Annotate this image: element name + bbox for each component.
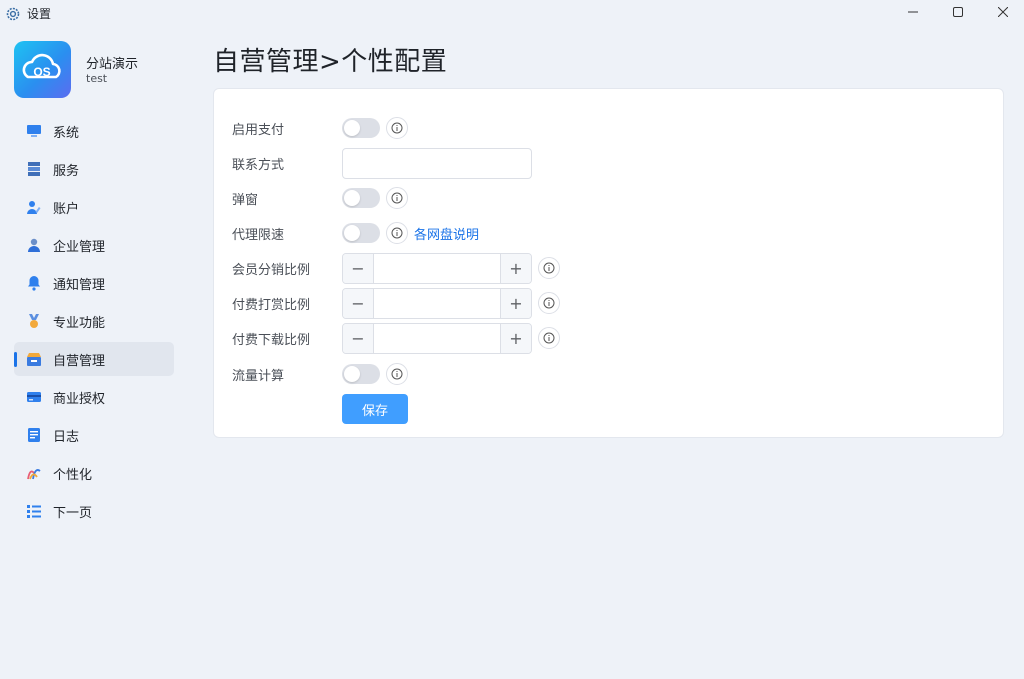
palette-icon: [26, 465, 42, 481]
sidebar-item-account[interactable]: 账户: [14, 190, 174, 224]
member-ratio-row: 会员分销比例 − +: [214, 252, 1003, 284]
window-title: 设置: [27, 7, 52, 21]
popup-info-button[interactable]: [386, 187, 408, 209]
sidebar-item-label: 专业功能: [53, 315, 106, 331]
sidebar-item-label: 企业管理: [53, 239, 106, 255]
sidebar-item-notification[interactable]: 通知管理: [14, 266, 174, 300]
gear-icon: [6, 6, 20, 21]
logo-text: OS: [33, 65, 50, 79]
close-icon: [998, 7, 1008, 17]
traffic-calc-toggle[interactable]: [342, 364, 380, 384]
sidebar-item-log[interactable]: 日志: [14, 418, 174, 452]
enable-payment-label: 启用支付: [232, 122, 285, 138]
bell-icon: [26, 275, 42, 291]
enable-payment-row: 启用支付: [214, 113, 1003, 143]
member-ratio-stepper: − +: [342, 252, 532, 284]
info-icon: [391, 368, 403, 380]
profile-name: 分站演示: [86, 57, 139, 72]
maximize-button[interactable]: [935, 0, 981, 24]
minimize-button[interactable]: [890, 0, 936, 24]
title-bar: 设置: [0, 0, 1024, 26]
sidebar-item-label: 账户: [53, 201, 80, 217]
store-icon: [26, 351, 42, 367]
info-icon: [391, 122, 403, 134]
info-icon: [543, 297, 555, 309]
list-icon: [26, 503, 42, 519]
monitor-icon: [26, 123, 42, 139]
contact-label: 联系方式: [232, 157, 285, 173]
info-icon: [391, 192, 403, 204]
user-edit-icon: [26, 199, 42, 215]
card-icon: [26, 389, 42, 405]
sidebar-item-self-managed[interactable]: 自营管理: [14, 342, 174, 376]
tip-ratio-label: 付费打赏比例: [232, 297, 311, 313]
traffic-calc-row: 流量计算: [214, 359, 1003, 389]
server-icon: [26, 161, 42, 177]
proxy-limit-row: 代理限速 各网盘说明: [214, 218, 1003, 248]
download-ratio-row: 付费下载比例 − +: [214, 322, 1003, 354]
member-ratio-increment-button[interactable]: +: [500, 253, 531, 283]
sidebar-item-enterprise[interactable]: 企业管理: [14, 228, 174, 262]
tip-ratio-info-button[interactable]: [538, 292, 560, 314]
tip-ratio-decrement-button[interactable]: −: [343, 288, 374, 318]
download-ratio-info-button[interactable]: [538, 327, 560, 349]
sidebar-item-service[interactable]: 服务: [14, 152, 174, 186]
enterprise-user-icon: [26, 237, 42, 253]
tip-ratio-increment-button[interactable]: +: [500, 288, 531, 318]
sidebar-item-label: 下一页: [53, 505, 93, 521]
sidebar-item-label: 日志: [53, 429, 80, 445]
contact-row: 联系方式: [214, 147, 1003, 179]
popup-label: 弹窗: [232, 192, 259, 208]
info-icon: [391, 227, 403, 239]
download-ratio-decrement-button[interactable]: −: [343, 323, 374, 353]
maximize-icon: [953, 7, 963, 17]
proxy-limit-toggle[interactable]: [342, 223, 380, 243]
sidebar-item-label: 个性化: [53, 467, 93, 483]
tip-ratio-stepper: − +: [342, 287, 532, 319]
sidebar-item-label: 自营管理: [53, 353, 106, 369]
sidebar-item-label: 系统: [53, 125, 80, 141]
minimize-icon: [908, 11, 918, 13]
profile-subtitle: test: [86, 72, 108, 85]
enable-payment-info-button[interactable]: [386, 117, 408, 139]
info-icon: [543, 262, 555, 274]
cloud-os-logo: OS: [14, 41, 71, 98]
sidebar-item-label: 通知管理: [53, 277, 106, 293]
proxy-limit-info-button[interactable]: [386, 222, 408, 244]
popup-row: 弹窗: [214, 183, 1003, 213]
sidebar-item-business-license[interactable]: 商业授权: [14, 380, 174, 414]
close-button[interactable]: [980, 0, 1024, 24]
contact-input[interactable]: [342, 147, 532, 179]
page-title: 自营管理>个性配置: [213, 47, 448, 77]
tip-ratio-input[interactable]: [374, 288, 500, 318]
traffic-calc-label: 流量计算: [232, 368, 285, 384]
sidebar-item-label: 服务: [53, 163, 80, 179]
settings-card: 启用支付 联系方式 弹窗 代理限速 各网盘说明 会员分销比例 − + 付费打赏比…: [213, 88, 1004, 438]
sidebar-item-system[interactable]: 系统: [14, 114, 174, 148]
download-ratio-label: 付费下载比例: [232, 332, 311, 348]
medal-icon: [26, 313, 42, 329]
sidebar-nav: 系统 服务 账户 企业管理 通知管理 专业功能 自营管理 商业授权 日志 个性化…: [14, 114, 174, 532]
info-icon: [543, 332, 555, 344]
enable-payment-toggle[interactable]: [342, 118, 380, 138]
download-ratio-increment-button[interactable]: +: [500, 323, 531, 353]
sidebar-item-personalize[interactable]: 个性化: [14, 456, 174, 490]
proxy-limit-label: 代理限速: [232, 227, 285, 243]
traffic-calc-info-button[interactable]: [386, 363, 408, 385]
download-ratio-input[interactable]: [374, 323, 500, 353]
document-icon: [26, 427, 42, 443]
member-ratio-input[interactable]: [374, 253, 500, 283]
member-ratio-decrement-button[interactable]: −: [343, 253, 374, 283]
member-ratio-info-button[interactable]: [538, 257, 560, 279]
download-ratio-stepper: − +: [342, 322, 532, 354]
sidebar-item-pro-features[interactable]: 专业功能: [14, 304, 174, 338]
sidebar-item-label: 商业授权: [53, 391, 106, 407]
netdisk-help-link[interactable]: 各网盘说明: [414, 224, 479, 243]
save-button[interactable]: 保存: [342, 394, 408, 424]
member-ratio-label: 会员分销比例: [232, 262, 311, 278]
sidebar-item-next-page[interactable]: 下一页: [14, 494, 174, 528]
tip-ratio-row: 付费打赏比例 − +: [214, 287, 1003, 319]
popup-toggle[interactable]: [342, 188, 380, 208]
